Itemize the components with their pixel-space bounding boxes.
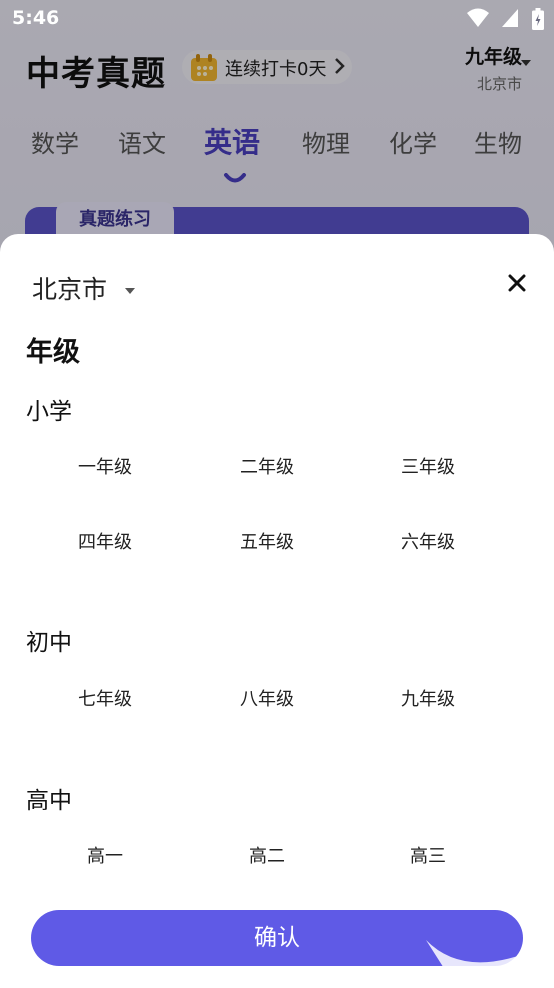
grade-option-7[interactable]: 七年级 xyxy=(35,680,175,720)
modal-overlay[interactable] xyxy=(0,0,554,260)
close-icon[interactable] xyxy=(505,271,529,295)
section-high-title: 高中 xyxy=(26,788,72,814)
wifi-icon xyxy=(466,8,489,27)
grade-option-4[interactable]: 四年级 xyxy=(35,523,175,563)
grade-option-2[interactable]: 二年级 xyxy=(197,448,337,488)
grade-option-3[interactable]: 三年级 xyxy=(358,448,498,488)
grade-option-5[interactable]: 五年级 xyxy=(197,523,337,563)
section-middle-title: 初中 xyxy=(26,630,72,656)
grade-option-9[interactable]: 九年级 xyxy=(358,680,498,720)
decoration-wave xyxy=(406,936,526,988)
section-primary-title: 小学 xyxy=(26,399,72,425)
grade-option-8[interactable]: 八年级 xyxy=(197,680,337,720)
dropdown-arrow-icon xyxy=(124,280,136,299)
status-time: 5:46 xyxy=(12,7,60,29)
signal-icon xyxy=(502,9,519,27)
grade-option-high-3[interactable]: 高三 xyxy=(358,837,498,877)
city-selector[interactable]: 北京市 xyxy=(32,270,107,306)
grade-option-high-2[interactable]: 高二 xyxy=(197,837,337,877)
grade-option-6[interactable]: 六年级 xyxy=(358,523,498,563)
grade-option-high-1[interactable]: 高一 xyxy=(35,837,175,877)
status-icons xyxy=(461,8,544,30)
status-bar: 5:46 xyxy=(0,0,554,38)
grade-picker-sheet: 北京市 年级 小学 一年级 二年级 三年级 四年级 五年级 六年级 初中 七年级… xyxy=(0,234,554,984)
grade-option-1[interactable]: 一年级 xyxy=(35,448,175,488)
battery-icon xyxy=(532,8,544,30)
grade-heading: 年级 xyxy=(26,337,80,368)
